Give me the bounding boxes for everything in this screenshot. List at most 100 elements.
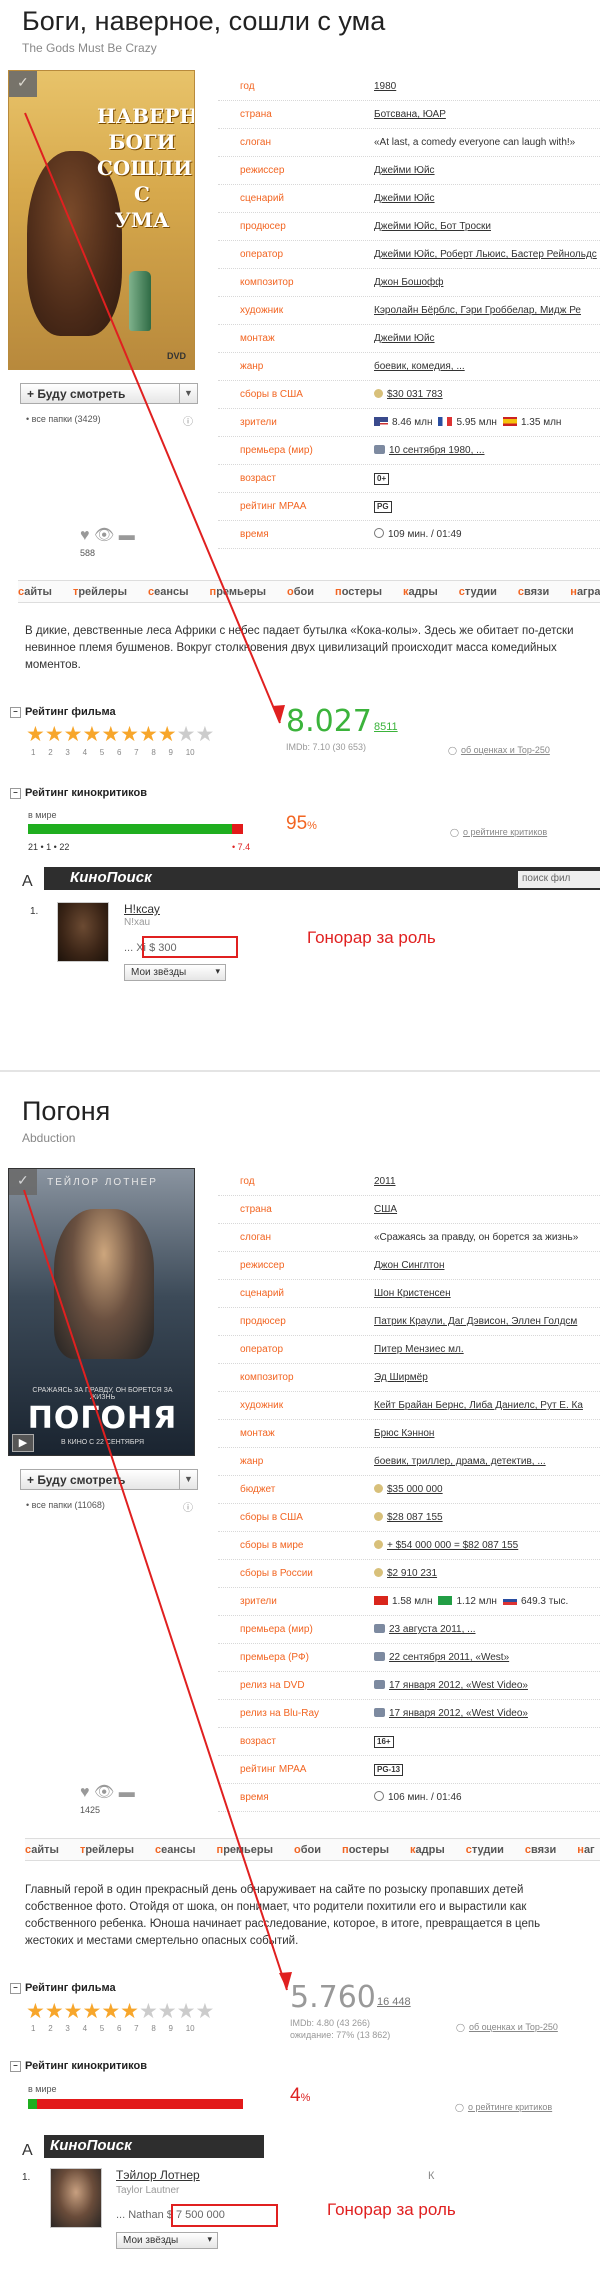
info-value-text[interactable]: 17 января 2012, «West Video» [389, 1708, 528, 1719]
votes-count[interactable]: 16 448 [377, 1996, 411, 2008]
info-value-text[interactable]: Кэролайн Бёрблс, Гэри Гроббелар, Мидж Ре [374, 305, 581, 316]
all-folders-link[interactable]: • все папки (11068) [26, 1500, 105, 1510]
star-icon[interactable]: ★ [120, 723, 139, 746]
info-value-text[interactable]: 23 августа 2011, ... [389, 1624, 476, 1635]
star-icon[interactable]: ★ [64, 723, 83, 746]
info-value-text[interactable]: боевик, комедия, ... [374, 361, 465, 372]
chevron-down-icon[interactable]: ▼ [179, 384, 197, 403]
info-value[interactable]: Ботсвана, ЮАР [374, 101, 446, 128]
star-icon[interactable]: ★ [195, 723, 214, 746]
star-icon[interactable]: ★ [139, 2000, 158, 2023]
info-value[interactable]: $2 910 231 [374, 1560, 437, 1587]
info-value-text[interactable]: 2011 [374, 1176, 396, 1187]
info-value-text[interactable]: Джон Синглтон [374, 1260, 444, 1271]
tab-3[interactable]: премьеры [217, 1839, 273, 1860]
checkmark-icon[interactable] [9, 1169, 37, 1195]
info-value[interactable]: Эд Ширмёр [374, 1364, 428, 1391]
info-value[interactable]: 10 сентября 1980, ... [374, 437, 485, 464]
info-value-text[interactable]: $35 000 000 [387, 1484, 443, 1495]
tab-6[interactable]: кадры [403, 581, 438, 602]
my-stars-dropdown[interactable]: Мои звёзды [124, 964, 226, 981]
info-value-text[interactable]: Шон Кристенсен [374, 1288, 451, 1299]
info-value[interactable]: $35 000 000 [374, 1476, 443, 1503]
tab-8[interactable]: связи [518, 581, 549, 602]
star-icon[interactable]: ★ [82, 723, 101, 746]
tab-4[interactable]: обои [287, 581, 314, 602]
info-value-text[interactable]: США [374, 1204, 397, 1215]
info-value[interactable]: $30 031 783 [374, 381, 443, 408]
actor-photo[interactable] [50, 2168, 102, 2228]
kinopoisk-logo[interactable]: КиноПоиск [70, 869, 152, 886]
star-icon[interactable]: ★ [177, 2000, 196, 2023]
info-icon[interactable]: ⓘ [183, 413, 193, 428]
tab-0[interactable]: сайты [25, 1839, 59, 1860]
info-value[interactable]: Брюс Кэннон [374, 1420, 434, 1447]
star-icon[interactable]: ★ [158, 723, 177, 746]
star-icon[interactable]: ★ [120, 2000, 139, 2023]
heart-icon[interactable]: ♥ [80, 527, 90, 544]
info-value[interactable]: 1980 [374, 73, 396, 100]
eye-icon[interactable]: 👁 [94, 527, 114, 544]
info-value[interactable]: 2011 [374, 1168, 396, 1195]
info-value-text[interactable]: $30 031 783 [387, 389, 443, 400]
info-value[interactable]: 22 сентября 2011, «West» [374, 1644, 509, 1671]
info-value[interactable]: Джейми Юйс, Роберт Льюис, Бастер Рейноль… [374, 241, 597, 268]
star-icon[interactable]: ★ [101, 723, 120, 746]
will-watch-dropdown[interactable]: + Буду смотреть ▼ [20, 383, 198, 404]
info-value-text[interactable]: Эд Ширмёр [374, 1372, 428, 1383]
info-value[interactable]: 17 января 2012, «West Video» [374, 1700, 528, 1727]
info-value-text[interactable]: Джейми Юйс [374, 333, 435, 344]
search-input[interactable]: поиск фил [518, 871, 600, 888]
heart-icon[interactable]: ♥ [80, 1784, 90, 1801]
eye-icon[interactable]: 👁 [94, 1784, 114, 1801]
info-value-text[interactable]: боевик, триллер, драма, детектив, ... [374, 1456, 546, 1467]
info-value[interactable]: Кэролайн Бёрблс, Гэри Гроббелар, Мидж Ре [374, 297, 581, 324]
tab-1[interactable]: трейлеры [80, 1839, 134, 1860]
tab-9[interactable]: награды [570, 581, 600, 602]
about-ratings-link[interactable]: об оценках и Top-250 [448, 745, 550, 755]
info-value[interactable]: Джейми Юйс [374, 157, 435, 184]
info-value[interactable]: $28 087 155 [374, 1504, 443, 1531]
comment-icon[interactable]: ▬ [119, 1784, 135, 1801]
tab-2[interactable]: сеансы [148, 581, 189, 602]
info-value-text[interactable]: Джейми Юйс [374, 193, 435, 204]
info-value[interactable]: боевик, триллер, драма, детектив, ... [374, 1448, 546, 1475]
tab-9[interactable]: наг [577, 1839, 594, 1860]
tab-1[interactable]: трейлеры [73, 581, 127, 602]
star-icon[interactable]: ★ [139, 723, 158, 746]
info-value[interactable]: 17 января 2012, «West Video» [374, 1672, 528, 1699]
tab-0[interactable]: сайты [18, 581, 52, 602]
will-watch-dropdown[interactable]: + Буду смотреть ▼ [20, 1469, 198, 1490]
info-value[interactable]: Джейми Юйс [374, 185, 435, 212]
star-icon[interactable]: ★ [26, 2000, 45, 2023]
info-value-text[interactable]: 22 сентября 2011, «West» [389, 1652, 509, 1663]
star-icon[interactable]: ★ [26, 723, 45, 746]
kinopoisk-logo[interactable]: КиноПоиск [50, 2137, 132, 2154]
votes-count[interactable]: 8511 [374, 721, 398, 733]
about-critics-link[interactable]: о рейтинге критиков [450, 827, 547, 837]
info-value-text[interactable]: Патрик Краули, Даг Дэвисон, Эллен Голдсм [374, 1316, 577, 1327]
star-icon[interactable]: ★ [158, 2000, 177, 2023]
info-value-text[interactable]: Кейт Брайан Бернс, Либа Даниелс, Рут Е. … [374, 1400, 583, 1411]
info-value-text[interactable]: Джон Бошофф [374, 277, 444, 288]
actor-photo[interactable] [57, 902, 109, 962]
movie-poster[interactable]: НАВЕРНОЕБОГИСОШЛИСУМА DVD [8, 70, 195, 370]
info-value[interactable]: + $54 000 000 = $82 087 155 [374, 1532, 518, 1559]
info-value-text[interactable]: Питер Мензиес мл. [374, 1344, 464, 1355]
info-value[interactable]: Джейми Юйс, Бот Троски [374, 213, 491, 240]
info-value[interactable]: США [374, 1196, 397, 1223]
info-value[interactable]: Джон Синглтон [374, 1252, 444, 1279]
info-value[interactable]: боевик, комедия, ... [374, 353, 465, 380]
info-value-text[interactable]: 17 января 2012, «West Video» [389, 1680, 528, 1691]
star-icon[interactable]: ★ [45, 723, 64, 746]
about-ratings-link[interactable]: об оценках и Top-250 [456, 2022, 558, 2032]
rating-stars[interactable]: ★★★★★★★★★★ [26, 1999, 214, 2024]
info-value[interactable]: Джон Бошофф [374, 269, 444, 296]
info-value-text[interactable]: 10 сентября 1980, ... [389, 445, 485, 456]
info-value[interactable]: Кейт Брайан Бернс, Либа Даниелс, Рут Е. … [374, 1392, 583, 1419]
info-value-text[interactable]: + $54 000 000 = $82 087 155 [387, 1540, 518, 1551]
rating-stars[interactable]: ★★★★★★★★★★ [26, 722, 214, 747]
chevron-down-icon[interactable]: ▼ [179, 1470, 197, 1489]
tab-8[interactable]: связи [525, 1839, 556, 1860]
tab-4[interactable]: обои [294, 1839, 321, 1860]
